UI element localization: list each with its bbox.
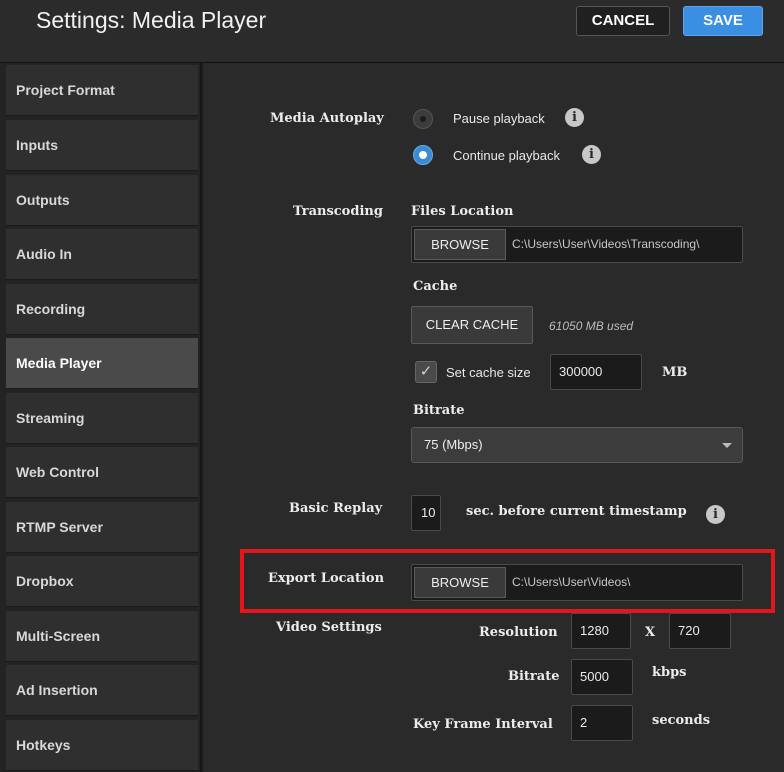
pause-playback-label: Pause playback (453, 111, 545, 126)
radio-pause-playback[interactable] (413, 109, 433, 129)
sidebar-item-dropbox[interactable]: Dropbox (6, 556, 198, 607)
save-button[interactable]: SAVE (683, 6, 763, 36)
cache-size-input[interactable]: 300000 (550, 354, 642, 390)
continue-playback-label: Continue playback (453, 148, 560, 163)
sidebar-item-web-control[interactable]: Web Control (6, 447, 198, 498)
transcoding-path: C:\Users\User\Videos\Transcoding\ (512, 237, 700, 251)
resolution-height-input[interactable]: 720 (669, 613, 731, 649)
transcoding-label: Transcoding (293, 204, 383, 219)
sidebar-item-outputs[interactable]: Outputs (6, 175, 198, 226)
transcoding-path-box: BROWSE C:\Users\User\Videos\Transcoding\ (411, 226, 743, 263)
info-icon[interactable]: i (565, 108, 584, 127)
video-settings-label: Video Settings (276, 620, 382, 635)
info-icon[interactable]: i (706, 505, 725, 524)
resolution-x-label: X (645, 625, 656, 640)
cache-used-text: 61050 MB used (549, 319, 634, 333)
replay-seconds-input[interactable]: 10 (411, 495, 441, 531)
cancel-button[interactable]: CANCEL (576, 6, 670, 36)
sidebar-item-streaming[interactable]: Streaming (6, 393, 198, 444)
replay-suffix-text: sec. before current timestamp (466, 504, 687, 519)
set-cache-checkbox[interactable]: ✓ (415, 361, 437, 383)
media-autoplay-label: Media Autoplay (270, 111, 384, 126)
transcoding-browse-button[interactable]: BROWSE (414, 229, 506, 260)
basic-replay-label: Basic Replay (289, 501, 383, 516)
resolution-width-input[interactable]: 1280 (571, 613, 631, 649)
chevron-down-icon (722, 443, 732, 448)
page-title: Settings: Media Player (36, 7, 267, 33)
files-location-label: Files Location (411, 204, 514, 219)
bitrate-select[interactable]: 75 (Mbps) (411, 427, 743, 463)
title-bar: Settings: Media Player CANCEL SAVE (0, 0, 784, 63)
sidebar-item-inputs[interactable]: Inputs (6, 120, 198, 171)
sidebar-item-media-player[interactable]: Media Player (6, 338, 198, 389)
sidebar-item-project-format[interactable]: Project Format (6, 65, 198, 116)
video-bitrate-input[interactable]: 5000 (571, 659, 633, 695)
cache-label: Cache (413, 279, 458, 294)
export-path-box: BROWSE C:\Users\User\Videos\ (411, 564, 743, 601)
settings-panel: Media Autoplay Pause playback i Continue… (204, 63, 784, 772)
export-path: C:\Users\User\Videos\ (512, 575, 631, 589)
sidebar-item-hotkeys[interactable]: Hotkeys (6, 720, 198, 771)
video-bitrate-label: Bitrate (508, 669, 560, 684)
sidebar-item-multi-screen[interactable]: Multi-Screen (6, 611, 198, 662)
export-browse-button[interactable]: BROWSE (414, 567, 506, 598)
sidebar-item-audio-in[interactable]: Audio In (6, 229, 198, 280)
keyframe-input[interactable]: 2 (571, 705, 633, 741)
bitrate-select-value: 75 (Mbps) (424, 437, 483, 452)
export-location-label: Export Location (268, 571, 385, 586)
bitrate-label: Bitrate (413, 403, 465, 418)
radio-continue-playback[interactable] (413, 145, 433, 165)
cache-unit-label: MB (662, 365, 688, 380)
info-icon[interactable]: i (582, 145, 601, 164)
resolution-label: Resolution (479, 625, 558, 640)
video-bitrate-unit: kbps (652, 665, 687, 680)
set-cache-label: Set cache size (446, 365, 531, 380)
keyframe-label: Key Frame Interval (413, 717, 553, 732)
clear-cache-button[interactable]: CLEAR CACHE (411, 306, 533, 344)
keyframe-unit: seconds (652, 713, 711, 728)
settings-sidebar: Project Format Inputs Outputs Audio In R… (0, 63, 202, 772)
sidebar-item-ad-insertion[interactable]: Ad Insertion (6, 665, 198, 716)
sidebar-item-rtmp-server[interactable]: RTMP Server (6, 502, 198, 553)
sidebar-item-recording[interactable]: Recording (6, 284, 198, 335)
